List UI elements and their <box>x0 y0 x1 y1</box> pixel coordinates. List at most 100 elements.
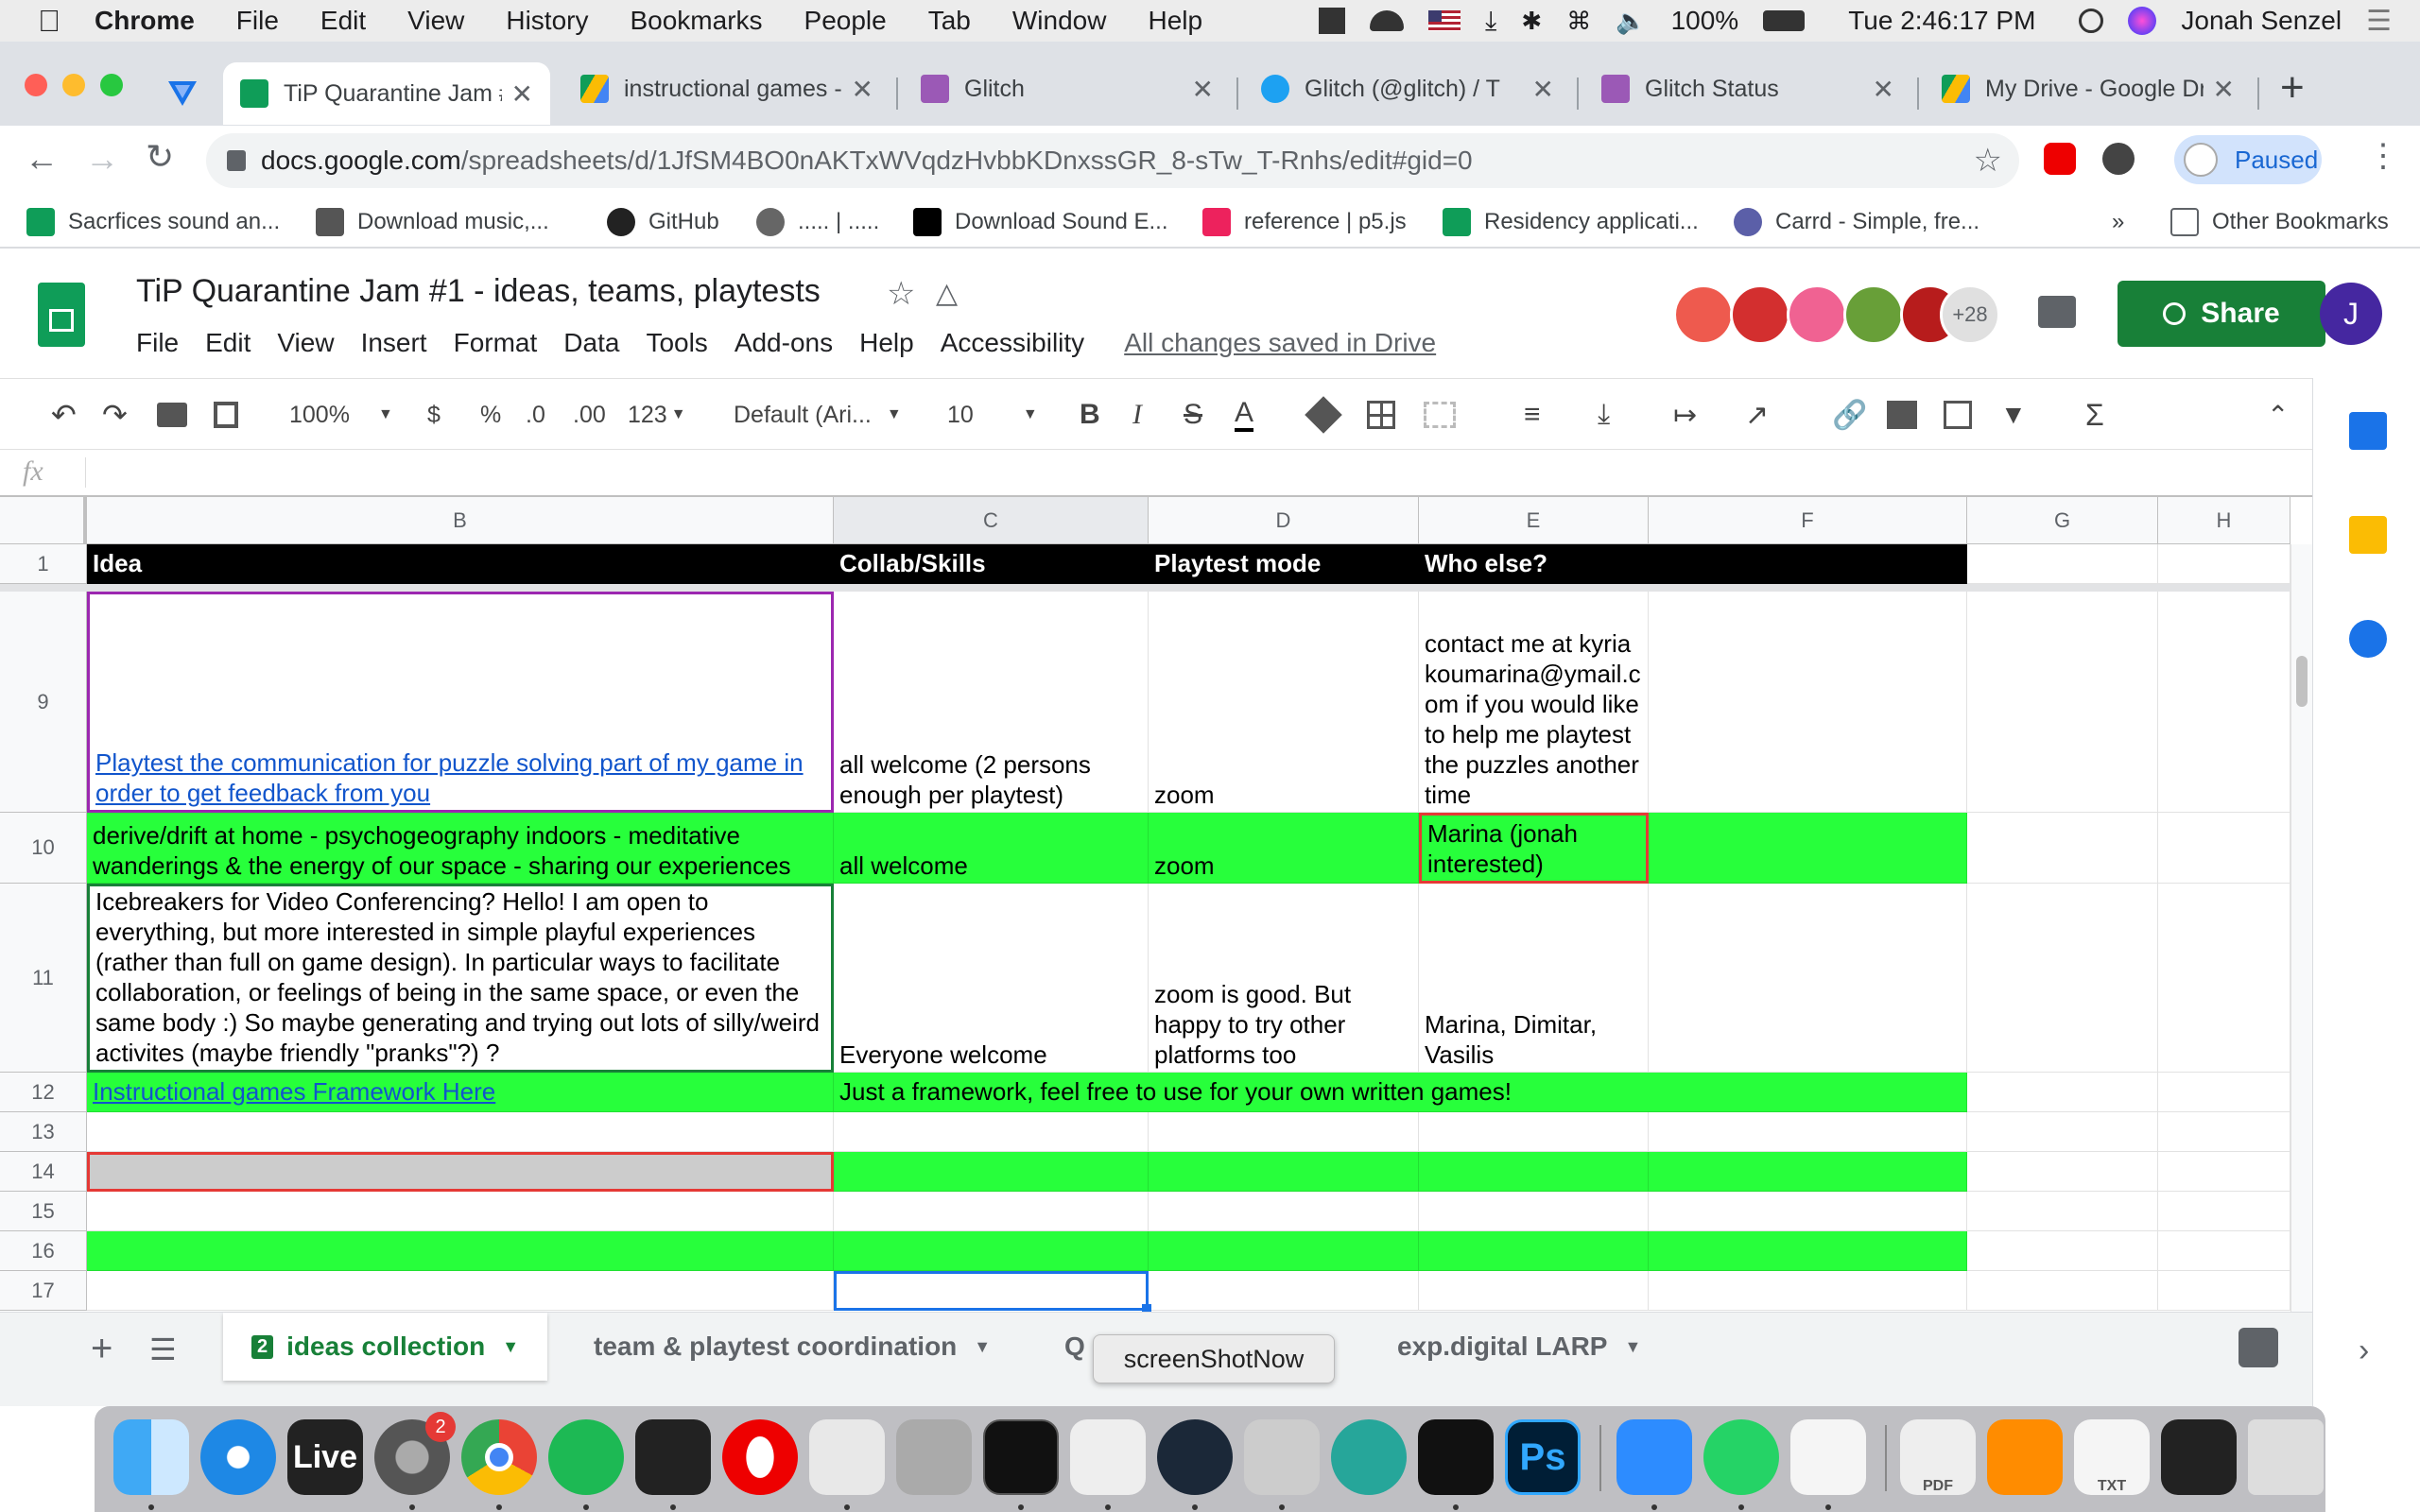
cell-h10[interactable] <box>2158 813 2290 884</box>
cell-d15[interactable] <box>1149 1192 1419 1231</box>
apple-menu-icon[interactable]:  <box>38 4 60 39</box>
menu-insert[interactable]: Insert <box>361 328 427 358</box>
tab-my-drive[interactable]: My Drive - Google Dr ✕ <box>1925 62 2252 115</box>
cell-d16[interactable] <box>1149 1231 1419 1271</box>
menu-format[interactable]: Format <box>454 328 538 358</box>
bookmark-star-icon[interactable]: ☆ <box>1974 142 2002 180</box>
cell-b14[interactable] <box>87 1152 834 1192</box>
steam-icon[interactable] <box>1157 1419 1233 1495</box>
terminal-icon[interactable] <box>635 1419 711 1495</box>
collaborator-avatar[interactable] <box>1673 284 1734 345</box>
other-bookmarks[interactable]: Other Bookmarks <box>2170 205 2389 239</box>
text-rotation-icon[interactable]: ↗ <box>1745 398 1769 432</box>
cell-b17[interactable] <box>87 1271 834 1311</box>
menu-addons[interactable]: Add-ons <box>735 328 833 358</box>
cell-c1[interactable]: Collab/Skills <box>834 544 1149 584</box>
opera-icon[interactable] <box>722 1419 798 1495</box>
volume-icon[interactable]: 🔈 <box>1616 7 1646 36</box>
user-name[interactable]: Jonah Senzel <box>2181 6 2342 36</box>
collaborator-avatar[interactable] <box>1730 284 1790 345</box>
txt-document-icon[interactable]: TXT <box>2074 1419 2150 1495</box>
cell-link[interactable]: Playtest the communication for puzzle so… <box>95 747 825 808</box>
reload-icon[interactable]: ↻ <box>146 137 174 177</box>
cell-e1[interactable]: Who else? <box>1419 544 1649 584</box>
zoom-icon[interactable] <box>1616 1419 1692 1495</box>
cell-b16[interactable] <box>87 1231 834 1271</box>
frozen-row-divider[interactable] <box>0 584 2312 592</box>
save-status-link[interactable]: All changes saved in Drive <box>1124 328 1436 358</box>
notification-center-icon[interactable]: ☰ <box>2366 5 2392 38</box>
zoom-select[interactable]: 100% ▼ <box>289 398 393 432</box>
menu-history[interactable]: History <box>506 6 588 36</box>
trash-icon[interactable] <box>2248 1419 2324 1495</box>
fill-handle[interactable] <box>1142 1304 1151 1312</box>
close-tab-icon[interactable]: ✕ <box>511 78 533 110</box>
cell-h16[interactable] <box>2158 1231 2290 1271</box>
cell-d11[interactable]: zoom is good. But happy to try other pla… <box>1149 884 1419 1073</box>
whatsapp-icon[interactable] <box>1703 1419 1779 1495</box>
safari-icon[interactable] <box>200 1419 276 1495</box>
rocket-icon[interactable] <box>896 1419 972 1495</box>
cell-f9[interactable] <box>1649 592 1967 813</box>
wifi-icon[interactable]: ⌘ <box>1566 7 1591 36</box>
bookmark-item[interactable]: Carrd - Simple, fre... <box>1734 205 1979 239</box>
row-header-17[interactable]: 17 <box>0 1271 87 1311</box>
cell-g14[interactable] <box>1967 1152 2158 1192</box>
cell-e15[interactable] <box>1419 1192 1649 1231</box>
collaborator-avatar[interactable] <box>1843 284 1904 345</box>
italic-icon[interactable]: I <box>1132 398 1142 432</box>
cell-b11[interactable]: Icebreakers for Video Conferencing? Hell… <box>87 884 834 1073</box>
vertical-scrollbar[interactable] <box>2290 544 2312 1312</box>
vertical-scrollbar-thumb[interactable] <box>2296 656 2308 707</box>
bookmark-item[interactable]: GitHub <box>607 205 719 239</box>
font-family-select[interactable]: Default (Ari... ▼ <box>734 398 902 432</box>
tab-glitch-twitter[interactable]: Glitch (@glitch) / T ✕ <box>1244 62 1571 115</box>
collapse-menus-icon[interactable]: ⌃ <box>2267 398 2289 432</box>
filter-icon[interactable]: ▼ <box>2000 398 2027 432</box>
cell-g13[interactable] <box>1967 1112 2158 1152</box>
vlc-icon[interactable] <box>1987 1419 2063 1495</box>
cell-d10[interactable]: zoom <box>1149 813 1419 884</box>
new-tab-plus-icon[interactable]: + <box>2280 64 2305 112</box>
tab-tip-quarantine-jam[interactable]: TiP Quarantine Jam # ✕ <box>223 62 550 125</box>
column-header-f[interactable]: F <box>1649 497 1967 544</box>
vertical-align-icon[interactable]: ⤓ <box>1598 398 1610 432</box>
textedit-icon[interactable] <box>1790 1419 1866 1495</box>
cell-b13[interactable] <box>87 1112 834 1152</box>
more-collaborators-badge[interactable]: +28 <box>1940 284 2000 345</box>
cell-f16[interactable] <box>1649 1231 1967 1271</box>
row-header-15[interactable]: 15 <box>0 1192 87 1231</box>
profile-paused-button[interactable]: Paused <box>2174 135 2322 184</box>
row-header-14[interactable]: 14 <box>0 1152 87 1192</box>
ableton-live-icon[interactable]: Live <box>287 1419 363 1495</box>
script-editor-icon[interactable] <box>809 1419 885 1495</box>
pdf-document-icon[interactable]: PDF <box>1900 1419 1976 1495</box>
explore-icon[interactable] <box>2238 1328 2278 1367</box>
row-header-9[interactable]: 9 <box>0 592 87 813</box>
keep-icon[interactable] <box>2349 516 2387 554</box>
menu-file[interactable]: File <box>236 6 279 36</box>
undo-icon[interactable]: ↶ <box>51 398 77 432</box>
menu-data[interactable]: Data <box>563 328 619 358</box>
bookmark-item[interactable]: ..... | ..... <box>756 205 879 239</box>
cell-e16[interactable] <box>1419 1231 1649 1271</box>
menu-edit[interactable]: Edit <box>205 328 251 358</box>
cell-b9[interactable]: Playtest the communication for puzzle so… <box>87 592 834 813</box>
address-bar[interactable]: docs.google.com /spreadsheets/d/1JfSM4BO… <box>206 133 2019 188</box>
cell-c15[interactable] <box>834 1192 1149 1231</box>
horizontal-align-icon[interactable]: ≡ <box>1524 398 1541 432</box>
menu-view[interactable]: View <box>407 6 464 36</box>
automator-icon[interactable] <box>1244 1419 1320 1495</box>
cell-c11[interactable]: Everyone welcome <box>834 884 1149 1073</box>
download-icon[interactable]: ⤓ <box>1485 6 1496 37</box>
account-avatar[interactable]: J <box>2320 283 2382 345</box>
row-header-11[interactable]: 11 <box>0 884 87 1073</box>
back-arrow-icon[interactable]: ← <box>25 139 59 179</box>
insert-chart-icon[interactable] <box>1944 398 1972 432</box>
clock[interactable]: Tue 2:46:17 PM <box>1848 6 2035 36</box>
cell-f11[interactable] <box>1649 884 1967 1073</box>
grid-status-icon[interactable] <box>1319 8 1346 34</box>
cell-g17[interactable] <box>1967 1271 2158 1311</box>
row-header-13[interactable]: 13 <box>0 1112 87 1152</box>
cell-link[interactable]: Instructional games Framework Here <box>93 1076 827 1107</box>
